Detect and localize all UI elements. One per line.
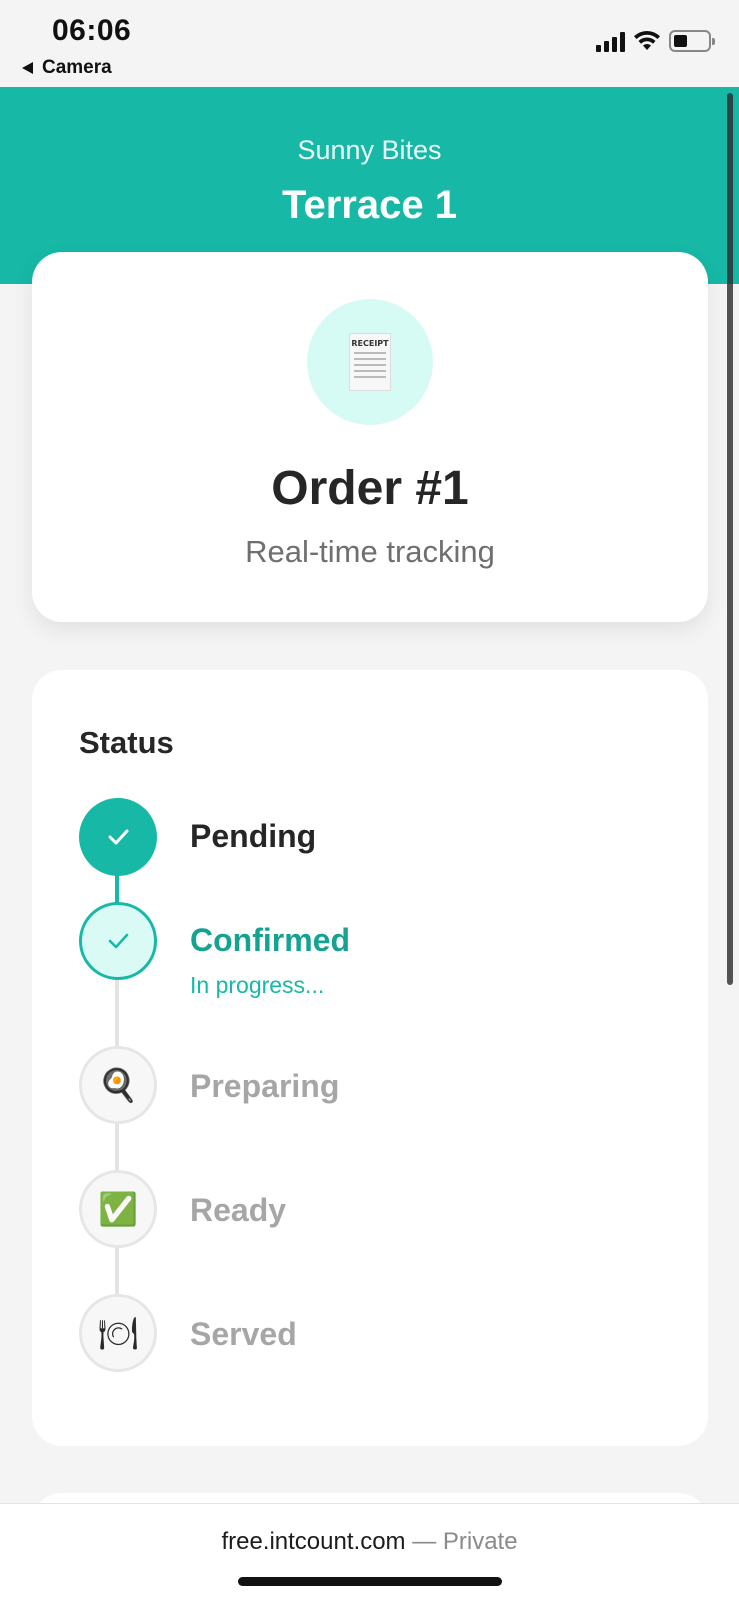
clock: 06:06 xyxy=(52,14,132,47)
receipt-icon: RECEIPT xyxy=(349,333,391,391)
url-text[interactable]: free.intcount.com — Private xyxy=(0,1528,739,1556)
step-ready-label: Ready xyxy=(190,1192,287,1228)
check-icon xyxy=(108,933,129,949)
battery-icon xyxy=(669,30,715,52)
home-indicator[interactable] xyxy=(238,1577,502,1586)
step-served-label: Served xyxy=(190,1316,297,1352)
step-served-indicator: 🍽 xyxy=(79,1294,157,1372)
cellular-signal-icon xyxy=(596,30,625,52)
frying-pan-icon: 🍳 xyxy=(98,1067,138,1103)
receipt-icon-circle: RECEIPT xyxy=(307,299,433,425)
step-connector xyxy=(115,1248,119,1298)
order-subtitle: Real-time tracking xyxy=(245,534,495,569)
url-privacy-label: — Private xyxy=(405,1528,518,1555)
step-pending-indicator xyxy=(79,798,157,876)
step-confirmed-label: Confirmed xyxy=(190,922,350,958)
scrollbar[interactable] xyxy=(727,93,733,985)
status-card: Status Pending Confirmed In progress... … xyxy=(32,670,708,1446)
order-card: RECEIPT Order #1 Real-time tracking xyxy=(32,252,708,622)
check-box-icon: ✅ xyxy=(98,1191,138,1227)
back-to-camera-button[interactable]: Camera xyxy=(22,57,112,79)
step-preparing-indicator: 🍳 xyxy=(79,1046,157,1124)
restaurant-name: Sunny Bites xyxy=(297,135,442,165)
step-pending-label: Pending xyxy=(190,818,317,854)
table-name: Terrace 1 xyxy=(282,183,457,227)
step-confirmed-indicator xyxy=(79,902,157,980)
order-title: Order #1 xyxy=(271,462,469,515)
wifi-icon xyxy=(634,30,660,50)
step-preparing-label: Preparing xyxy=(190,1068,340,1104)
browser-url-bar[interactable]: free.intcount.com — Private xyxy=(0,1503,739,1600)
status-icons xyxy=(596,30,715,52)
url-host: free.intcount.com xyxy=(221,1528,406,1555)
status-heading: Status xyxy=(79,725,174,760)
step-ready-indicator: ✅ xyxy=(79,1170,157,1248)
step-connector xyxy=(115,980,119,1050)
step-connector xyxy=(115,1124,119,1174)
plate-cutlery-icon: 🍽 xyxy=(97,1315,139,1351)
status-bar: 06:06 Camera xyxy=(0,0,739,87)
back-label: Camera xyxy=(42,57,112,78)
check-icon xyxy=(108,829,129,845)
back-arrow-icon xyxy=(22,62,33,74)
step-progress-text: In progress... xyxy=(190,972,325,998)
